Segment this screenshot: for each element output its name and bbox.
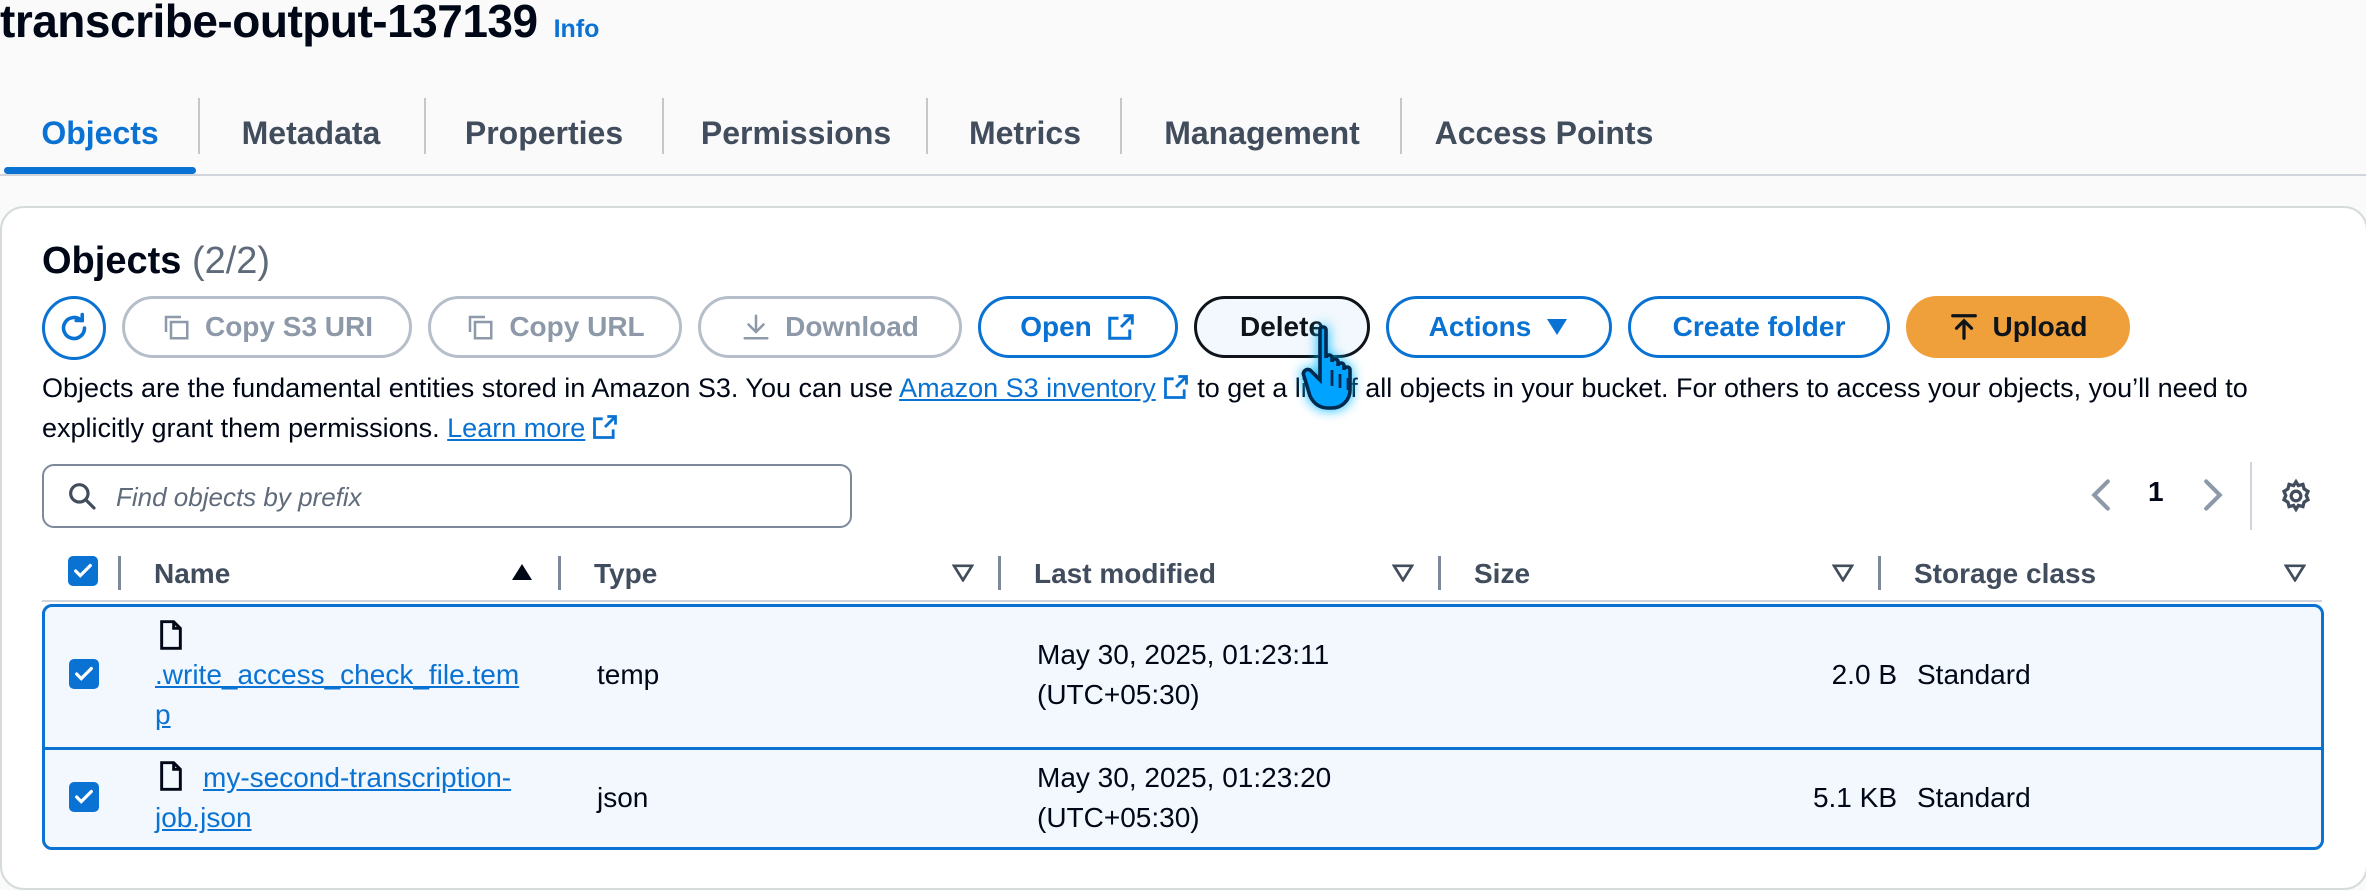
open-button[interactable]: Open — [978, 296, 1178, 358]
objects-heading: Objects (2/2) — [42, 240, 270, 283]
object-last-modified: May 30, 2025, 01:23:11 (UTC+05:30) — [1037, 635, 1329, 715]
column-header-name[interactable]: Name — [154, 554, 230, 594]
download-button[interactable]: Download — [698, 296, 962, 358]
sort-icon[interactable] — [1392, 564, 1414, 582]
learn-more-link[interactable]: Learn more — [447, 413, 585, 443]
object-type: json — [597, 782, 649, 813]
object-storage-class: Standard — [1917, 782, 2031, 813]
file-icon — [160, 620, 182, 650]
row-checkbox[interactable] — [69, 782, 99, 812]
upload-label: Upload — [1992, 311, 2088, 342]
object-name-line[interactable]: p — [155, 699, 171, 730]
column-divider — [118, 556, 121, 590]
copy-url-button[interactable]: Copy URL — [428, 296, 682, 358]
pagination-divider — [2250, 462, 2252, 530]
tab-objects[interactable]: Objects — [4, 94, 196, 174]
tab-access-points[interactable]: Access Points — [1402, 94, 1686, 172]
column-divider — [1438, 556, 1441, 590]
copy-icon — [164, 315, 189, 340]
objects-heading-label: Objects — [42, 240, 182, 282]
actions-dropdown[interactable]: Actions — [1386, 296, 1612, 358]
upload-arrow-icon — [1950, 314, 1977, 340]
upload-button[interactable]: Upload — [1906, 296, 2130, 358]
last-modified-date: May 30, 2025, 01:23:20 — [1037, 762, 1332, 793]
tab-metrics[interactable]: Metrics — [928, 94, 1122, 172]
object-name-link[interactable]: .write_access_check_file.tem p — [155, 655, 519, 735]
table-header-divider — [42, 600, 2322, 602]
download-label: Download — [785, 311, 919, 342]
column-header-size[interactable]: Size — [1474, 554, 1530, 594]
sort-icon[interactable] — [952, 564, 974, 582]
checkbox-checked-icon — [74, 563, 92, 578]
last-modified-date: May 30, 2025, 01:23:11 — [1037, 639, 1330, 670]
column-header-last-modified[interactable]: Last modified — [1034, 554, 1216, 594]
checkbox-checked-icon — [75, 789, 93, 804]
column-divider — [998, 556, 1001, 590]
hand-pointer-icon — [1301, 325, 1352, 410]
page-title: transcribe-output-137139 — [0, 0, 538, 47]
create-folder-label: Create folder — [1672, 311, 1846, 342]
tab-permissions[interactable]: Permissions — [664, 94, 928, 172]
caret-down-icon — [1547, 319, 1568, 335]
refresh-icon — [61, 312, 87, 341]
column-header-type[interactable]: Type — [594, 554, 657, 594]
tab-properties[interactable]: Properties — [426, 94, 662, 172]
sort-ascending-icon[interactable] — [510, 562, 534, 582]
objects-table-body: .write_access_check_file.tem p temp May … — [42, 604, 2324, 850]
info-link[interactable]: Info — [554, 15, 600, 44]
search-input[interactable] — [114, 466, 838, 528]
chevron-right-icon[interactable] — [2200, 478, 2226, 512]
tab-management[interactable]: Management — [1122, 94, 1402, 172]
bucket-header: transcribe-output-137139 Info — [0, 0, 600, 47]
checkbox-checked-icon — [75, 666, 93, 681]
last-modified-timezone: (UTC+05:30) — [1037, 802, 1200, 833]
column-divider — [558, 556, 561, 590]
table-row[interactable]: .write_access_check_file.tem p temp May … — [45, 607, 2321, 750]
object-size: 5.1 KB — [1812, 782, 1897, 813]
table-row[interactable]: my-second-transcription- job.json json M… — [45, 750, 2321, 847]
tab-metadata[interactable]: Metadata — [200, 94, 422, 172]
object-size: 2.0 B — [1831, 659, 1897, 690]
external-link-icon — [1108, 314, 1134, 340]
copy-url-label: Copy URL — [509, 311, 645, 342]
column-divider — [1878, 556, 1881, 590]
chevron-left-icon[interactable] — [2088, 478, 2114, 512]
sort-icon[interactable] — [1832, 564, 1854, 582]
refresh-button[interactable] — [42, 296, 106, 360]
tab-bar: Objects Metadata Properties Permissions … — [0, 94, 2366, 176]
objects-count: (2/2) — [191, 240, 271, 282]
description-text: Objects are the fundamental entities sto… — [42, 373, 900, 403]
sort-icon[interactable] — [2284, 564, 2306, 582]
row-checkbox[interactable] — [69, 659, 99, 689]
external-link-icon — [1163, 375, 1188, 399]
object-type: temp — [597, 659, 660, 690]
object-storage-class: Standard — [1917, 659, 2031, 690]
s3-inventory-link[interactable]: Amazon S3 inventory — [899, 373, 1156, 403]
objects-description: Objects are the fundamental entities sto… — [42, 368, 2342, 448]
select-all-checkbox[interactable] — [68, 556, 98, 586]
object-name-line[interactable]: .write_access_check_file.tem — [155, 659, 519, 690]
actions-label: Actions — [1428, 311, 1532, 342]
object-name-line[interactable]: my-second-transcription- — [203, 762, 511, 793]
copy-s3-uri-button[interactable]: Copy S3 URI — [122, 296, 412, 358]
column-header-storage-class[interactable]: Storage class — [1914, 554, 2096, 594]
last-modified-timezone: (UTC+05:30) — [1037, 679, 1200, 710]
object-name-line[interactable]: job.json — [155, 802, 252, 833]
copy-icon — [469, 315, 493, 340]
search-icon — [69, 483, 96, 510]
object-name-link[interactable]: my-second-transcription- job.json — [155, 758, 511, 838]
open-label: Open — [1020, 311, 1092, 342]
download-icon — [743, 314, 769, 340]
copy-s3-uri-label: Copy S3 URI — [204, 311, 374, 342]
external-link-icon — [593, 415, 618, 439]
object-last-modified: May 30, 2025, 01:23:20 (UTC+05:30) — [1037, 758, 1331, 838]
search-box — [42, 464, 852, 528]
gear-icon[interactable] — [2278, 478, 2314, 514]
create-folder-button[interactable]: Create folder — [1628, 296, 1890, 358]
current-page-number[interactable]: 1 — [2148, 476, 2164, 508]
